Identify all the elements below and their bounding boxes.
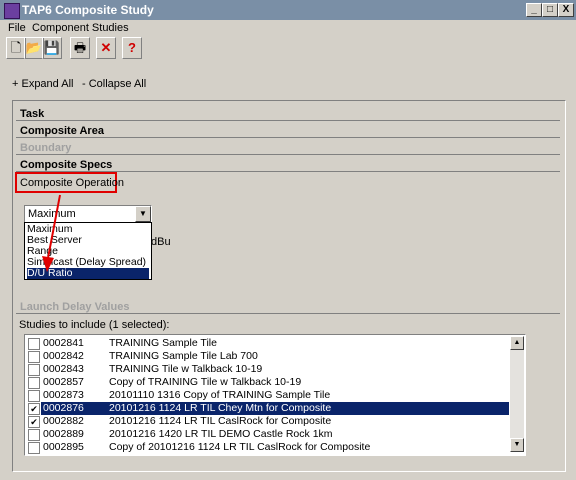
study-name: 20101110 1316 Copy of TRAINING Sample Ti… — [109, 389, 331, 401]
study-name: 20101216 1124 LR TIL Chey Mtn for Compos… — [107, 402, 509, 415]
checkbox[interactable] — [28, 338, 40, 350]
study-id: 0002895 — [43, 441, 84, 453]
checkbox[interactable] — [28, 351, 40, 363]
checkbox-checked[interactable]: ✔ — [28, 416, 40, 428]
list-item[interactable]: ✔ 0002876 20101216 1124 LR TIL Chey Mtn fo… — [25, 402, 509, 415]
section-launch-delay-values: Launch Delay Values — [16, 301, 560, 314]
checkbox[interactable] — [28, 377, 40, 389]
scroll-up-icon[interactable]: ▲ — [510, 336, 524, 350]
study-name: 20101216 1420 LR TIL DEMO Castle Rock 1k… — [109, 428, 333, 440]
study-id: 0002876 — [41, 402, 111, 415]
study-id: 0002889 — [43, 428, 84, 440]
scroll-down-icon[interactable]: ▼ — [510, 438, 524, 452]
list-item[interactable]: 0002895 Copy of 20101216 1124 LR TIL Casl… — [25, 441, 509, 454]
list-item[interactable]: 0002842 TRAINING Sample Tile Lab 700 — [25, 350, 509, 363]
study-id: 0002841 — [43, 337, 84, 349]
checkbox-checked[interactable]: ✔ — [28, 403, 40, 415]
checkbox[interactable] — [28, 364, 40, 376]
studies-label: Studies to include (1 selected): — [19, 319, 170, 331]
studies-list: 0002841 TRAINING Sample Tile 0002842 TRAIN… — [24, 334, 526, 456]
study-name: TRAINING Tile w Talkback 10-19 — [109, 363, 263, 375]
study-name: TRAINING Sample Tile — [109, 337, 217, 349]
checkbox[interactable] — [28, 442, 40, 454]
list-item[interactable]: 0002857 Copy of TRAINING Tile w Talkback … — [25, 376, 509, 389]
study-name: Copy of 20101216 1124 LR TIL CaslRock fo… — [109, 441, 371, 453]
study-name: 20101216 1124 LR TIL CaslRock for Compos… — [109, 415, 332, 427]
study-id: 0002857 — [43, 376, 84, 388]
study-name: Copy of TRAINING Tile w Talkback 10-19 — [109, 376, 302, 388]
list-item[interactable]: 0002843 TRAINING Tile w Talkback 10-19 — [25, 363, 509, 376]
checkbox[interactable] — [28, 429, 40, 441]
list-item[interactable]: ✔ 0002882 20101216 1124 LR TIL CaslRock fo… — [25, 415, 509, 428]
study-id: 0002873 — [43, 389, 84, 401]
list-item[interactable]: 0002889 20101216 1420 LR TIL DEMO Castle … — [25, 428, 509, 441]
list-item[interactable]: 0002841 TRAINING Sample Tile — [25, 337, 509, 350]
list-scrollbar[interactable]: ▲ ▼ — [510, 336, 524, 452]
study-id: 0002882 — [43, 415, 84, 427]
study-id: 0002843 — [43, 363, 84, 375]
list-item[interactable]: 0002873 20101110 1316 Copy of TRAINING Sa… — [25, 389, 509, 402]
checkbox[interactable] — [28, 390, 40, 402]
study-name: TRAINING Sample Tile Lab 700 — [109, 350, 258, 362]
study-id: 0002842 — [43, 350, 84, 362]
